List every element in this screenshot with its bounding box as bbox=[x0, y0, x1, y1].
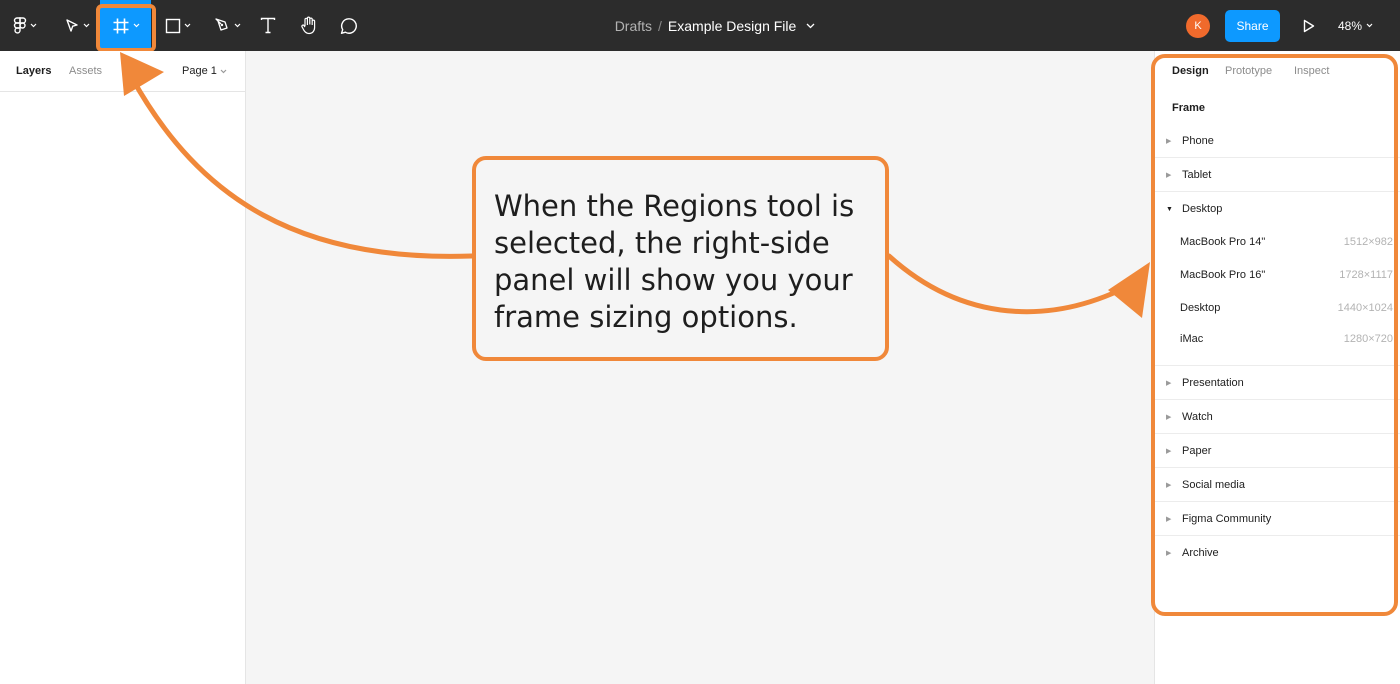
chevron-down-icon[interactable] bbox=[806, 23, 815, 29]
caret-right-icon: ▶ bbox=[1166, 481, 1172, 489]
frame-group-label: Tablet bbox=[1182, 168, 1212, 181]
pen-tool-button[interactable] bbox=[208, 0, 246, 51]
main-menu-button[interactable] bbox=[4, 0, 46, 51]
rectangle-icon bbox=[165, 18, 181, 33]
play-icon bbox=[1303, 19, 1315, 33]
chevron-down-icon bbox=[30, 23, 37, 28]
tab-layers[interactable]: Layers bbox=[16, 65, 51, 77]
frame-group-label: Presentation bbox=[1182, 376, 1244, 389]
caret-down-icon: ▼ bbox=[1166, 205, 1173, 213]
frame-group-phone[interactable]: ▶ Phone bbox=[1155, 124, 1400, 158]
preset-name: MacBook Pro 16" bbox=[1180, 268, 1266, 281]
caret-right-icon: ▶ bbox=[1166, 379, 1172, 387]
frame-group-figma-community[interactable]: ▶ Figma Community bbox=[1155, 502, 1400, 536]
present-button[interactable] bbox=[1296, 14, 1322, 38]
preset-name: Desktop bbox=[1180, 301, 1221, 314]
share-button[interactable]: Share bbox=[1225, 10, 1280, 42]
frame-group-label: Figma Community bbox=[1182, 512, 1272, 525]
toolbar: Drafts / Example Design File K Share 48% bbox=[0, 0, 1400, 51]
comment-tool-button[interactable] bbox=[334, 0, 364, 51]
frame-section-title: Frame bbox=[1172, 102, 1206, 114]
tab-design[interactable]: Design bbox=[1172, 65, 1209, 77]
chevron-down-icon bbox=[83, 23, 90, 28]
layers-panel: Layers Assets Page 1 bbox=[0, 51, 246, 684]
preset-name: MacBook Pro 14" bbox=[1180, 235, 1266, 248]
caret-right-icon: ▶ bbox=[1166, 171, 1172, 179]
annotation-callout: When the Regions tool is selected, the r… bbox=[472, 156, 889, 361]
design-panel: Design Prototype Inspect Frame ▶ Phone ▶… bbox=[1154, 51, 1400, 684]
frame-group-desktop[interactable]: ▼ Desktop bbox=[1155, 192, 1400, 226]
tab-prototype[interactable]: Prototype bbox=[1225, 65, 1272, 77]
frame-group-label: Social media bbox=[1182, 478, 1245, 491]
chevron-down-icon bbox=[234, 23, 240, 28]
frame-group-label: Archive bbox=[1182, 547, 1219, 559]
pen-icon bbox=[214, 18, 228, 31]
canvas[interactable] bbox=[247, 51, 1154, 684]
breadcrumb-team[interactable]: Drafts bbox=[615, 18, 652, 34]
shape-tool-button[interactable] bbox=[160, 0, 196, 51]
frame-group-label: Phone bbox=[1182, 134, 1214, 147]
chevron-down-icon bbox=[184, 23, 191, 28]
preset-size: 1280×720 bbox=[1343, 333, 1393, 345]
page-select[interactable]: Page 1 bbox=[182, 65, 227, 77]
move-tool-button[interactable] bbox=[56, 0, 98, 51]
frame-group-presentation[interactable]: ▶ Presentation bbox=[1155, 366, 1400, 400]
preset-size: 1440×1024 bbox=[1337, 301, 1393, 314]
chevron-down-icon bbox=[1366, 23, 1373, 28]
left-panel-tabs: Layers Assets Page 1 bbox=[0, 51, 245, 92]
tab-assets[interactable]: Assets bbox=[69, 65, 102, 77]
avatar[interactable]: K bbox=[1186, 14, 1210, 38]
right-panel-tabs: Design Prototype Inspect bbox=[1155, 51, 1400, 91]
caret-right-icon: ▶ bbox=[1166, 137, 1172, 145]
frame-group-watch[interactable]: ▶ Watch bbox=[1155, 400, 1400, 434]
caret-right-icon: ▶ bbox=[1166, 447, 1172, 455]
move-icon bbox=[66, 18, 78, 32]
frame-group-label: Watch bbox=[1182, 410, 1213, 423]
preset-size: 1728×1117 bbox=[1339, 268, 1393, 281]
frame-preset-macbook-pro-14[interactable]: MacBook Pro 14" 1512×982 bbox=[1155, 225, 1400, 258]
figma-logo-icon bbox=[13, 16, 27, 34]
text-tool-button[interactable] bbox=[254, 0, 282, 51]
caret-right-icon: ▶ bbox=[1166, 515, 1172, 523]
frame-group-label: Desktop bbox=[1182, 203, 1223, 215]
zoom-control[interactable]: 48% bbox=[1338, 0, 1373, 51]
frame-group-label: Paper bbox=[1182, 444, 1212, 457]
preset-name: iMac bbox=[1180, 333, 1204, 345]
frame-preset-macbook-pro-16[interactable]: MacBook Pro 16" 1728×1117 bbox=[1155, 258, 1400, 291]
frame-preset-desktop[interactable]: Desktop 1440×1024 bbox=[1155, 291, 1400, 324]
text-icon bbox=[260, 17, 276, 34]
frame-group-social-media[interactable]: ▶ Social media bbox=[1155, 468, 1400, 502]
hand-icon bbox=[301, 16, 316, 35]
caret-right-icon: ▶ bbox=[1166, 550, 1172, 557]
hand-tool-button[interactable] bbox=[294, 0, 324, 51]
zoom-level: 48% bbox=[1338, 18, 1363, 33]
preset-size: 1512×982 bbox=[1343, 235, 1393, 248]
frame-group-archive[interactable]: ▶ Archive bbox=[1155, 536, 1400, 570]
breadcrumb-separator: / bbox=[658, 17, 662, 34]
caret-right-icon: ▶ bbox=[1166, 413, 1172, 421]
frame-group-tablet[interactable]: ▶ Tablet bbox=[1155, 158, 1400, 192]
comment-icon bbox=[340, 17, 357, 34]
file-name[interactable]: Example Design File bbox=[668, 18, 796, 34]
frame-group-paper[interactable]: ▶ Paper bbox=[1155, 434, 1400, 468]
chevron-down-icon bbox=[220, 69, 227, 73]
tab-inspect[interactable]: Inspect bbox=[1294, 65, 1329, 77]
frame-tool-highlight bbox=[96, 4, 156, 52]
page-name: Page 1 bbox=[182, 65, 217, 77]
frame-preset-imac[interactable]: iMac 1280×720 bbox=[1155, 324, 1400, 366]
